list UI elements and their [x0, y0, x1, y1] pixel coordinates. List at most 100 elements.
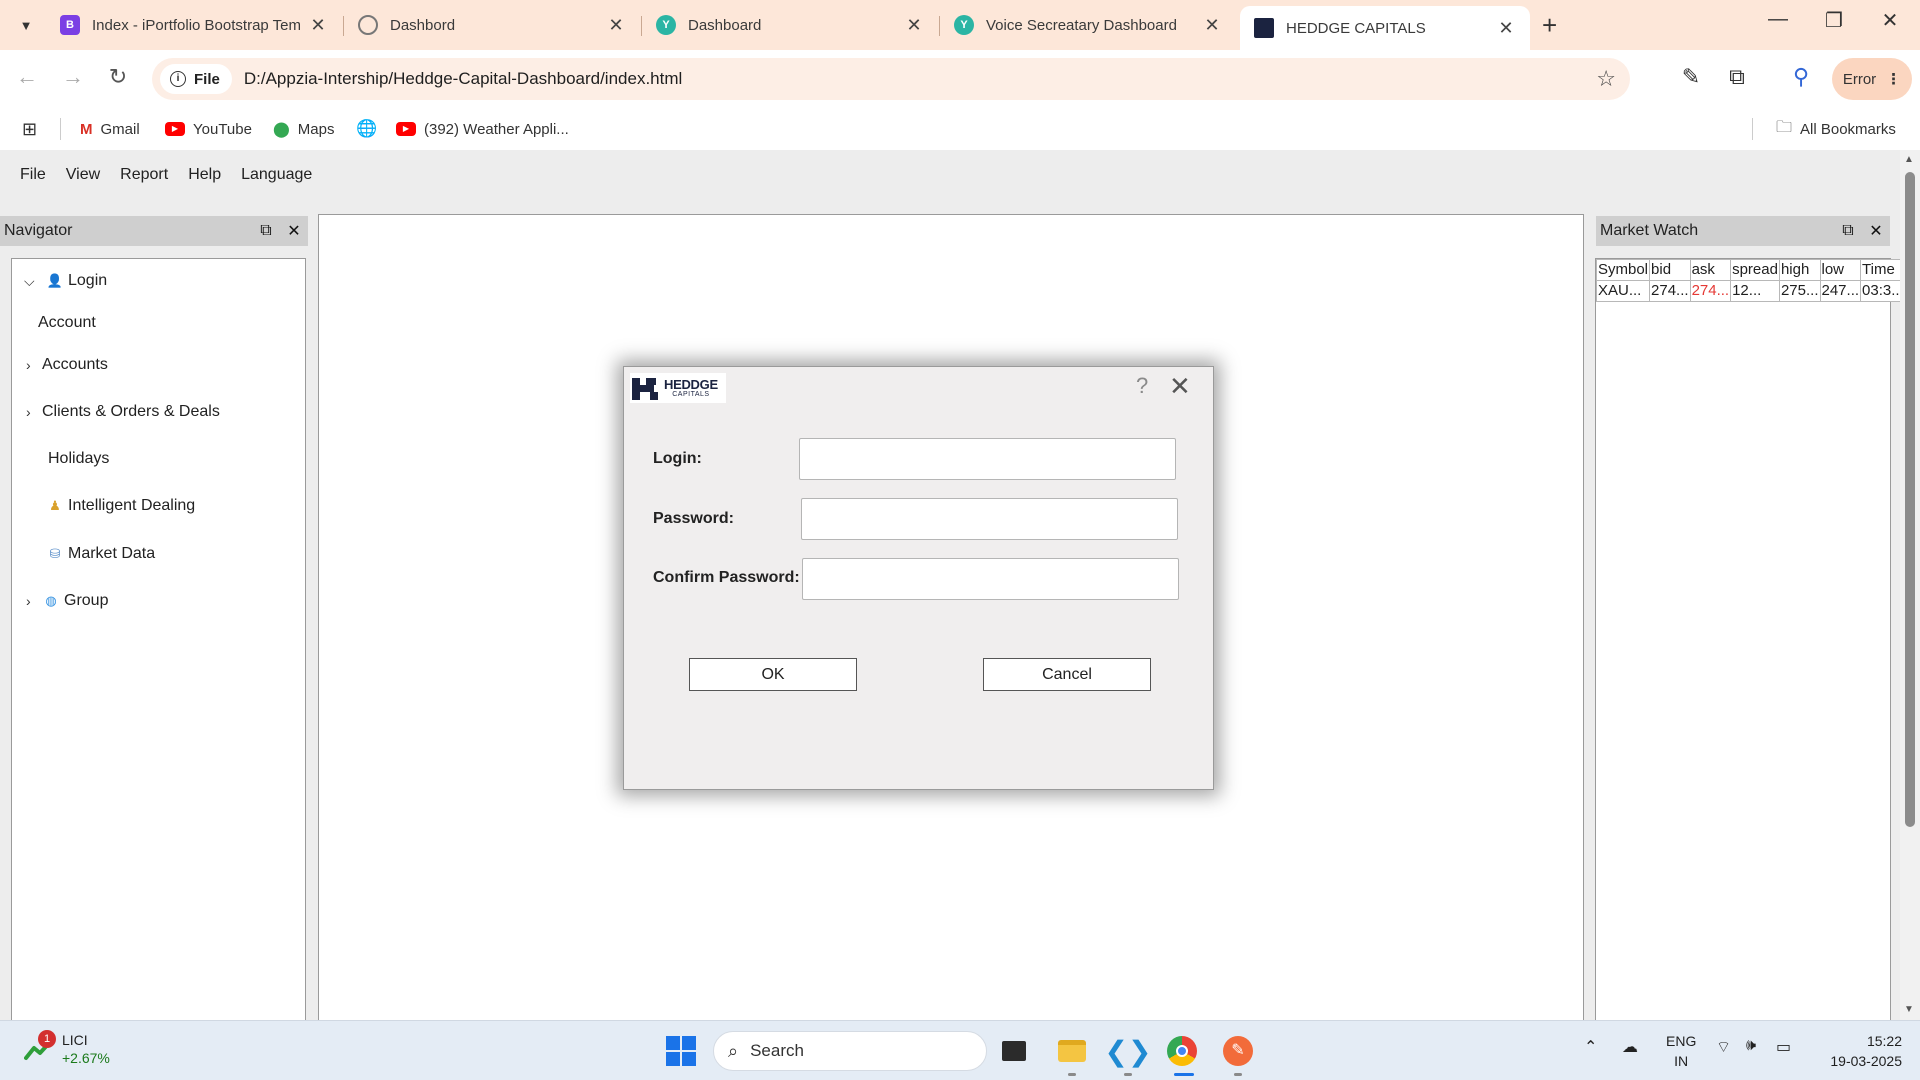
- bookmark-star-icon[interactable]: ☆: [1596, 66, 1616, 92]
- app-favicon-icon: Y: [656, 15, 676, 35]
- column-header[interactable]: low: [1819, 259, 1862, 281]
- scroll-up-icon[interactable]: ▲: [1904, 154, 1914, 165]
- scrollbar-thumb[interactable]: [1905, 172, 1915, 827]
- login-input[interactable]: [799, 438, 1176, 480]
- profile-error-button[interactable]: Error ⋮: [1832, 58, 1912, 100]
- folder-icon: 🗀: [1776, 118, 1793, 136]
- menu-help[interactable]: Help: [188, 166, 221, 184]
- nav-item-account[interactable]: Account: [38, 314, 96, 332]
- start-button[interactable]: [663, 1033, 699, 1069]
- scroll-down-icon[interactable]: ▼: [1904, 1004, 1914, 1015]
- float-panel-icon[interactable]: ⧉: [252, 222, 280, 240]
- column-header[interactable]: high: [1778, 259, 1821, 281]
- task-view-button[interactable]: [996, 1033, 1032, 1069]
- confirm-password-input[interactable]: [802, 558, 1179, 600]
- column-header[interactable]: bid: [1649, 259, 1691, 281]
- back-button[interactable]: ←: [12, 64, 42, 90]
- volume-icon[interactable]: 🕪: [1746, 1037, 1756, 1055]
- page-scrollbar[interactable]: ▲ ▼: [1900, 150, 1920, 1020]
- taskbar-search[interactable]: ⌕ Search: [713, 1031, 987, 1071]
- system-clock[interactable]: 15:22 19-03-2025: [1818, 1031, 1902, 1071]
- address-bar[interactable]: i File D:/Appzia-Intership/Heddge-Capita…: [152, 58, 1630, 100]
- password-input[interactable]: [801, 498, 1178, 540]
- wifi-icon[interactable]: ⌔: [1716, 1037, 1731, 1057]
- url-text[interactable]: D:/Appzia-Intership/Heddge-Capital-Dashb…: [244, 69, 682, 89]
- dialog-close-icon[interactable]: ✕: [1169, 371, 1191, 402]
- password-label: Password:: [653, 510, 734, 527]
- nav-item-group[interactable]: › ◍ Group: [26, 592, 108, 610]
- chrome-icon: [1167, 1036, 1197, 1066]
- browser-tab-voice-secretary[interactable]: Y Voice Secreatary Dashboard ✕: [940, 8, 1236, 42]
- running-indicator: [1124, 1073, 1132, 1076]
- cell-ask: 274...: [1689, 280, 1732, 302]
- heddge-logo-mark-icon: [632, 376, 660, 400]
- bookmark-divider: [60, 118, 61, 140]
- all-bookmarks[interactable]: 🗀 All Bookmarks: [1776, 116, 1896, 142]
- vscode-button[interactable]: ❮❯: [1105, 1033, 1152, 1069]
- new-tab-button[interactable]: +: [1542, 10, 1557, 40]
- nav-item-intelligent-dealing[interactable]: ♟ Intelligent Dealing: [46, 497, 195, 515]
- window-close-icon[interactable]: ✕: [1870, 8, 1910, 33]
- cancel-button[interactable]: Cancel: [983, 658, 1151, 691]
- battery-icon[interactable]: ▭: [1776, 1037, 1791, 1057]
- onedrive-cloud-icon[interactable]: ☁: [1622, 1037, 1638, 1057]
- menu-file[interactable]: File: [20, 166, 46, 184]
- bookmark-youtube[interactable]: ▶ YouTube: [165, 116, 252, 142]
- nav-item-market-data[interactable]: ⛁ Market Data: [46, 545, 156, 563]
- browser-tab-dashboard[interactable]: Y Dashboard ✕: [642, 8, 938, 42]
- restore-icon[interactable]: ❐: [1814, 8, 1854, 33]
- browser-tab-dashbord[interactable]: Dashbord ✕: [344, 8, 640, 42]
- tray-overflow-chevron-icon[interactable]: ⌃: [1584, 1037, 1597, 1057]
- ok-button[interactable]: OK: [689, 658, 857, 691]
- close-tab-icon[interactable]: ✕: [1496, 18, 1516, 39]
- chrome-button[interactable]: [1164, 1033, 1200, 1069]
- column-header[interactable]: ask: [1689, 259, 1732, 281]
- profile-avatar-icon[interactable]: ⚲: [1786, 64, 1816, 90]
- column-header[interactable]: spread: [1730, 259, 1780, 281]
- pencil-icon: ✎: [1223, 1036, 1253, 1066]
- menu-report[interactable]: Report: [120, 166, 168, 184]
- site-info-chip[interactable]: i File: [160, 64, 232, 94]
- chevron-right-icon: ›: [26, 404, 31, 420]
- reload-button[interactable]: ↻: [103, 64, 133, 90]
- pen-app-button[interactable]: ✎: [1220, 1033, 1256, 1069]
- nav-item-login[interactable]: ⌵ 👤 Login: [24, 272, 107, 290]
- apps-grid-icon[interactable]: ⊞: [22, 116, 37, 142]
- close-tab-icon[interactable]: ✕: [606, 15, 626, 36]
- menu-view[interactable]: View: [66, 166, 100, 184]
- bookmark-gmail[interactable]: M Gmail: [80, 116, 140, 142]
- pen-extension-icon[interactable]: ✎: [1676, 64, 1706, 90]
- navigator-header: Navigator ⧉ ✕: [0, 216, 308, 246]
- browser-tab-iportfolio[interactable]: B Index - iPortfolio Bootstrap Template …: [46, 8, 342, 42]
- minimize-icon[interactable]: —: [1758, 8, 1798, 31]
- nav-item-accounts[interactable]: › Accounts: [26, 356, 108, 374]
- bookmarks-bar: ⊞ M Gmail ▶ YouTube ⬤ Maps 🌐 ▶ (392) Wea…: [0, 108, 1920, 150]
- language-indicator[interactable]: ENG IN: [1666, 1031, 1696, 1071]
- close-tab-icon[interactable]: ✕: [904, 15, 924, 36]
- folder-icon: [1058, 1040, 1086, 1062]
- nav-item-holidays[interactable]: Holidays: [48, 450, 109, 468]
- bookmark-weather-app[interactable]: ▶ (392) Weather Appli...: [396, 116, 569, 142]
- close-tab-icon[interactable]: ✕: [308, 15, 328, 36]
- help-icon[interactable]: ?: [1136, 373, 1148, 399]
- forward-button[interactable]: →: [58, 64, 88, 90]
- menu-language[interactable]: Language: [241, 166, 312, 184]
- close-panel-icon[interactable]: ✕: [280, 221, 308, 241]
- browser-tab-strip: ▼ B Index - iPortfolio Bootstrap Templat…: [0, 0, 1920, 50]
- bookmark-globe[interactable]: 🌐: [356, 116, 385, 142]
- nav-item-clients-orders-deals[interactable]: › Clients & Orders & Deals: [26, 403, 220, 421]
- file-explorer-button[interactable]: [1054, 1033, 1090, 1069]
- stock-widget[interactable]: 1 LICI +2.67%: [24, 1030, 110, 1067]
- close-tab-icon[interactable]: ✕: [1202, 15, 1222, 36]
- app-favicon-icon: Y: [954, 15, 974, 35]
- browser-tab-heddge-capitals[interactable]: HEDDGE CAPITALS ✕: [1240, 6, 1530, 50]
- bookmark-maps[interactable]: ⬤ Maps: [273, 116, 334, 142]
- extensions-puzzle-icon[interactable]: ⧉: [1722, 64, 1752, 90]
- float-panel-icon[interactable]: ⧉: [1834, 222, 1862, 240]
- column-header[interactable]: Time: [1860, 259, 1906, 281]
- table-row[interactable]: XAU... 274... 274... 12... 275... 247...…: [1595, 280, 1906, 302]
- close-panel-icon[interactable]: ✕: [1862, 221, 1890, 241]
- table-header-row: Symbol bid ask spread high low Time: [1595, 259, 1906, 281]
- tab-search-button[interactable]: ▼: [10, 10, 42, 40]
- column-header[interactable]: Symbol: [1595, 259, 1651, 281]
